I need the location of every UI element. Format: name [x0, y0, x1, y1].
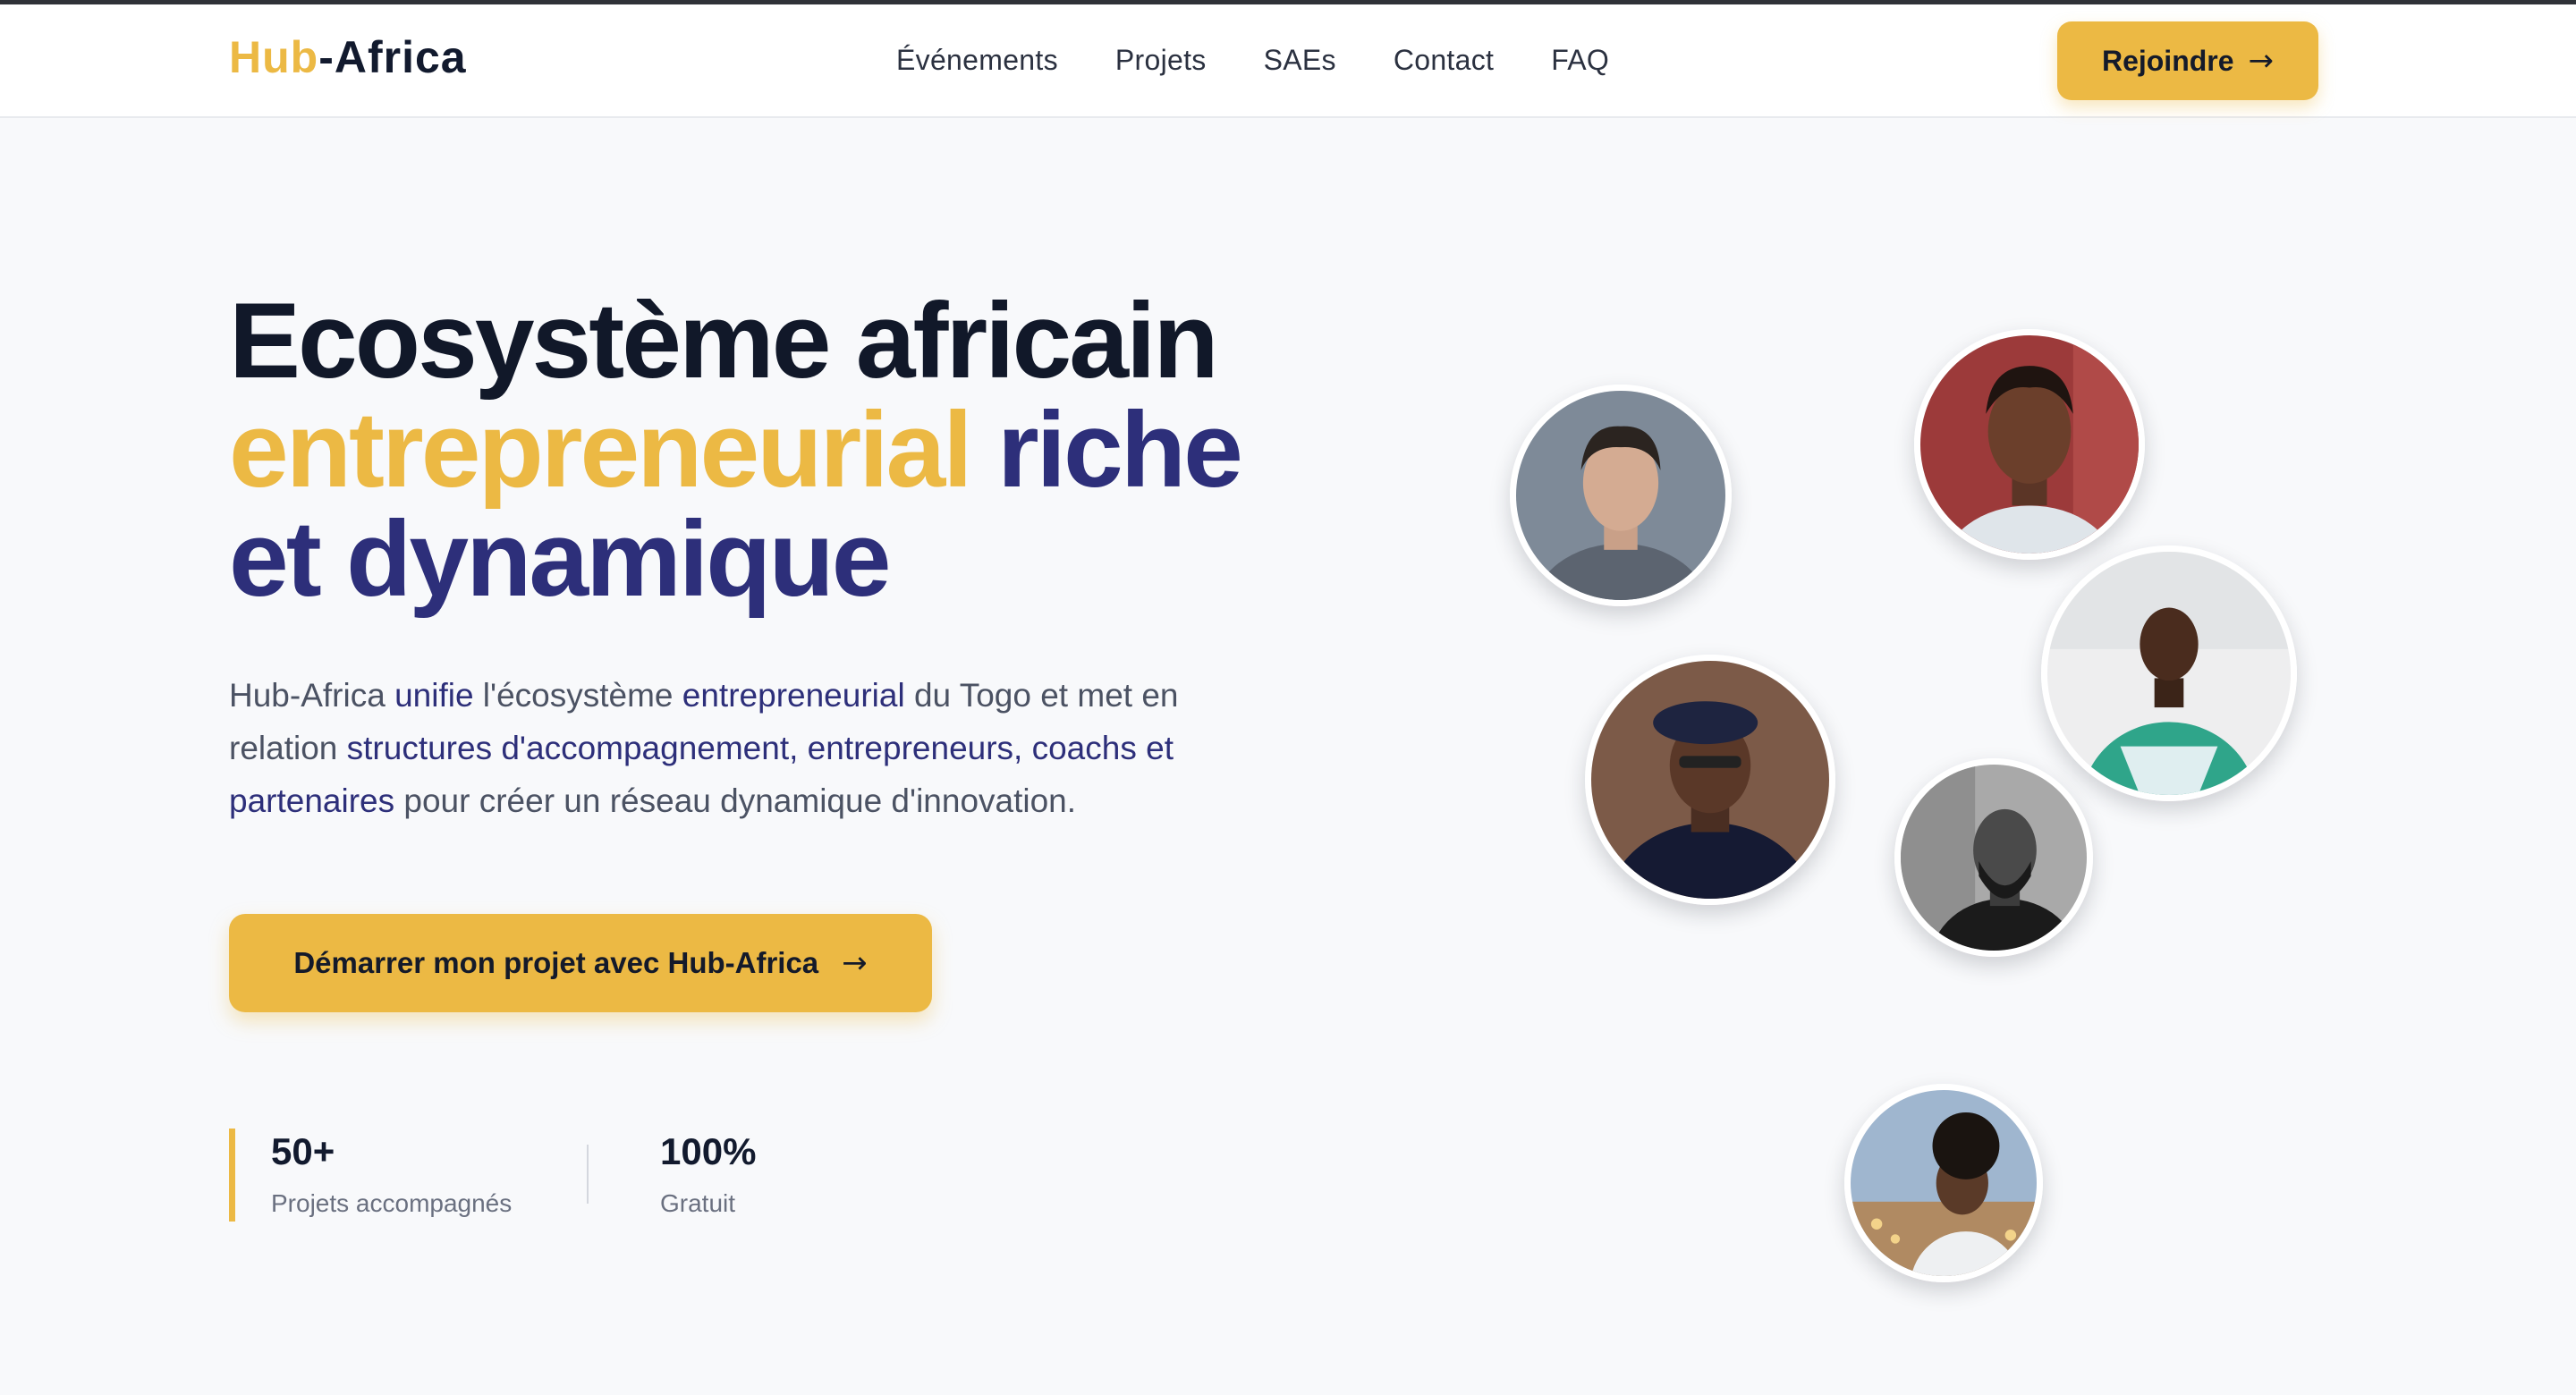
arrow-right-icon: → [2248, 43, 2275, 79]
join-button[interactable]: Rejoindre → [2057, 21, 2318, 100]
start-project-label: Démarrer mon projet avec Hub-Africa [293, 946, 819, 979]
nav-item-evenements[interactable]: Événements [896, 44, 1058, 77]
desc-text-4: pour créer un réseau dynamique d'innovat… [394, 782, 1077, 819]
stat-free: 100% Gratuit [660, 1130, 756, 1218]
member-avatar-1 [1510, 385, 1732, 606]
stat-divider [587, 1145, 589, 1204]
navbar: Hub-Africa Événements Projets SAEs Conta… [0, 4, 2576, 118]
member-avatar-6 [1844, 1084, 2043, 1282]
member-avatar-4 [1585, 655, 1835, 905]
stat-projects-label: Projets accompagnés [271, 1189, 513, 1217]
brand-logo[interactable]: Hub-Africa [229, 31, 467, 83]
member-avatar-3 [2041, 545, 2297, 801]
brand-prefix: Hub [229, 32, 319, 82]
hero-title: Ecosystème africain entrepreneurial rich… [229, 286, 1392, 613]
hero-title-line3: et dynamique [229, 499, 891, 619]
main-menu: Événements Projets SAEs Contact FAQ [896, 44, 1609, 77]
desc-text-1: Hub-Africa [229, 677, 395, 714]
desc-highlight-1: unifie [394, 677, 474, 714]
nav-item-saes[interactable]: SAEs [1264, 44, 1336, 77]
nav-item-projets[interactable]: Projets [1115, 44, 1207, 77]
stat-free-label: Gratuit [660, 1189, 736, 1217]
stat-projects-value: 50+ [271, 1130, 335, 1172]
hero-title-line1: Ecosystème africain [229, 281, 1219, 401]
arrow-right-icon: → [842, 945, 868, 981]
start-project-button[interactable]: Démarrer mon projet avec Hub-Africa → [229, 914, 932, 1012]
member-avatar-5 [1894, 758, 2093, 957]
member-avatar-2 [1914, 329, 2145, 560]
brand-suffix: -Africa [318, 32, 467, 82]
desc-highlight-2: entrepreneurial [682, 677, 905, 714]
nav-item-faq[interactable]: FAQ [1551, 44, 1609, 77]
stat-free-value: 100% [660, 1130, 757, 1172]
nav-item-contact[interactable]: Contact [1394, 44, 1494, 77]
hero-title-word-riche: riche [996, 390, 1243, 510]
join-button-label: Rejoindre [2101, 44, 2234, 77]
hero-description: Hub-Africa unifie l'écosystème entrepren… [229, 669, 1267, 827]
hero-title-highlight: entrepreneurial [229, 390, 973, 510]
stat-projects: 50+ Projets accompagnés [229, 1129, 512, 1222]
desc-text-2: l'écosystème [473, 677, 682, 714]
